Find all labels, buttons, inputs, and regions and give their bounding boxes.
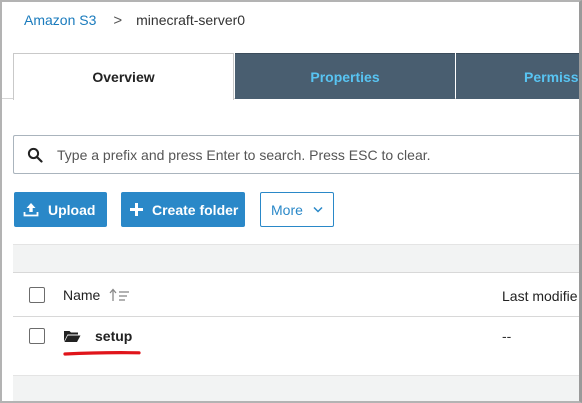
table-bottom-band — [13, 375, 579, 401]
create-folder-button-label: Create folder — [152, 201, 239, 218]
upload-button-label: Upload — [48, 201, 96, 218]
plus-icon — [130, 203, 143, 216]
select-all-checkbox[interactable] — [29, 287, 45, 303]
upload-icon — [23, 202, 39, 217]
s3-console-window: Amazon S3 > minecraft-server0 Overview P… — [0, 0, 582, 403]
breadcrumb-separator: > — [113, 11, 123, 29]
sort-icon[interactable] — [109, 288, 131, 302]
column-header-name-label: Name — [63, 287, 101, 303]
table-top-band — [13, 244, 579, 272]
breadcrumb-root-link[interactable]: Amazon S3 — [24, 12, 96, 28]
tab-overview[interactable]: Overview — [13, 53, 234, 100]
chevron-down-icon — [313, 206, 323, 213]
search-input[interactable] — [57, 146, 537, 163]
create-folder-button[interactable]: Create folder — [121, 192, 245, 227]
tab-permissions-label: Permissi — [524, 68, 582, 85]
tab-permissions[interactable]: Permissi — [456, 53, 582, 99]
red-underline-annotation — [63, 351, 141, 356]
tab-bar: Overview Properties Permissi — [2, 53, 582, 100]
search-box[interactable] — [13, 135, 579, 174]
breadcrumb: Amazon S3 > minecraft-server0 — [24, 10, 245, 30]
row-folder-name-link[interactable]: setup — [95, 328, 132, 344]
tab-overview-label: Overview — [92, 69, 155, 85]
search-icon — [27, 147, 43, 163]
folder-open-icon — [64, 331, 81, 342]
row-last-modified: -- — [502, 328, 512, 344]
tab-properties[interactable]: Properties — [235, 53, 455, 99]
table-row[interactable]: setup -- — [13, 317, 579, 374]
column-header-name[interactable]: Name — [63, 287, 131, 303]
more-dropdown-button[interactable]: More — [260, 192, 334, 227]
column-header-last-modified[interactable]: Last modifie — [502, 288, 577, 304]
table-header: Name Last modifie — [13, 272, 579, 317]
tab-properties-label: Properties — [310, 68, 380, 85]
upload-button[interactable]: Upload — [14, 192, 107, 227]
breadcrumb-current: minecraft-server0 — [136, 12, 246, 28]
row-checkbox[interactable] — [29, 328, 45, 344]
more-button-label: More — [271, 201, 303, 218]
